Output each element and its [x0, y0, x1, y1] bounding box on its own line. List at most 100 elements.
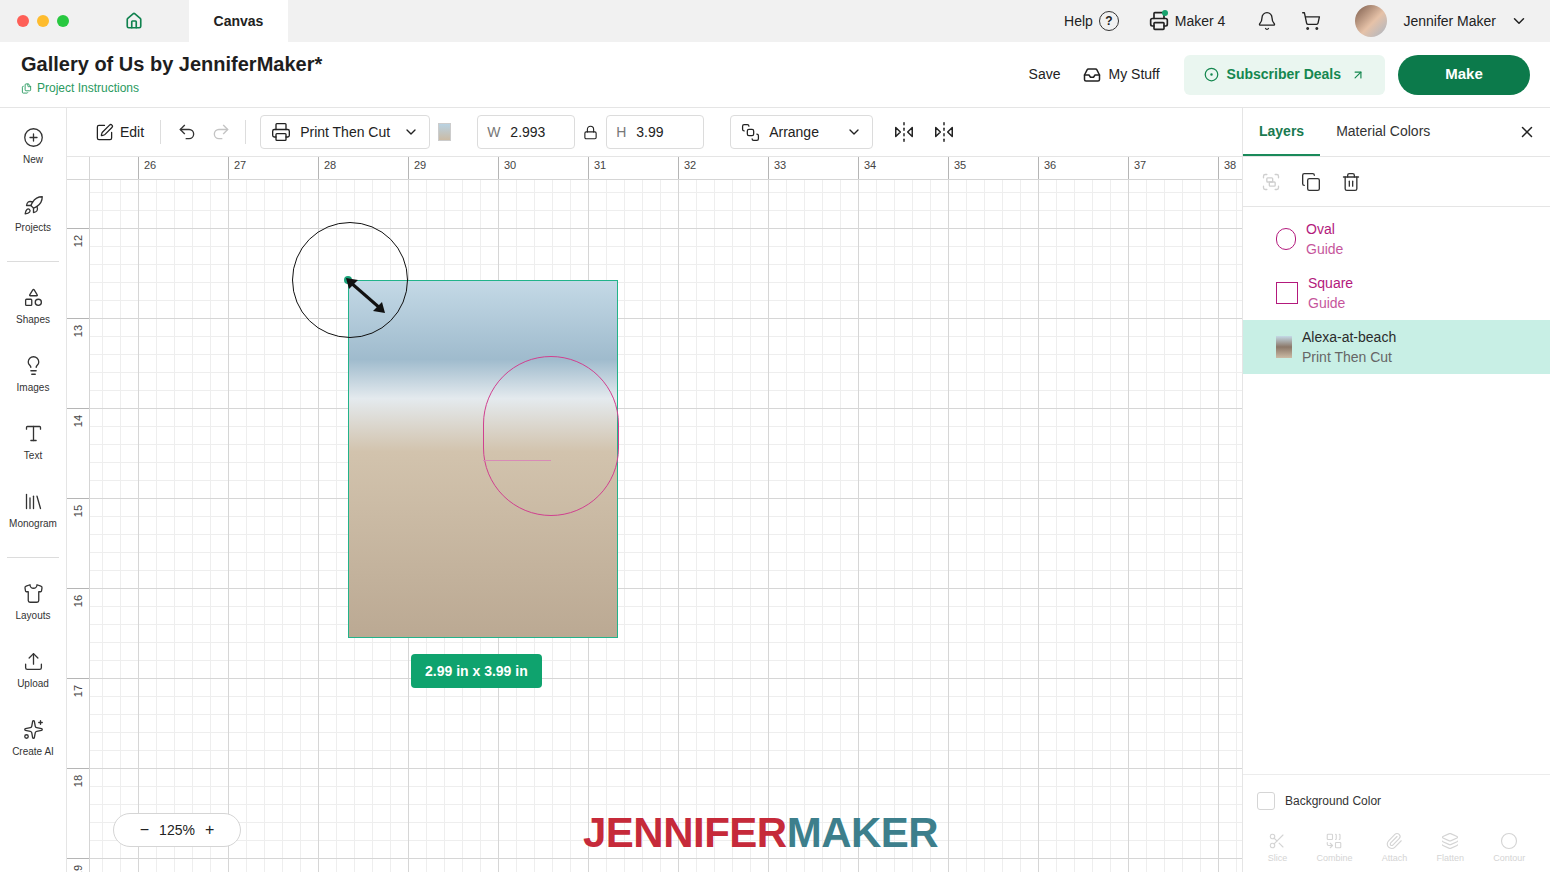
- my-stuff-button[interactable]: My Stuff: [1083, 64, 1160, 85]
- layer-row[interactable]: SquareGuide: [1243, 266, 1550, 320]
- redo-icon[interactable]: [211, 122, 231, 142]
- arrange-icon: [741, 123, 760, 142]
- ruler-mark: 14: [67, 408, 89, 498]
- main-area: EditPrint Then CutW2.993H3.99Arrange2627…: [67, 108, 1242, 872]
- window-controls: [0, 15, 69, 27]
- images-icon: [23, 355, 44, 376]
- sidebar-item[interactable]: New: [0, 113, 66, 181]
- ruler-mark: 27: [228, 157, 318, 179]
- delete-icon[interactable]: [1341, 172, 1361, 192]
- title-bar: Canvas Help? Maker 4 Jennifer Maker: [0, 0, 1550, 42]
- home-icon[interactable]: [125, 12, 143, 30]
- lock-icon[interactable]: [583, 125, 598, 140]
- sidebar-item[interactable]: Images: [0, 341, 66, 409]
- background-color-checkbox[interactable]: [1257, 792, 1275, 810]
- chevron-down-icon[interactable]: [1510, 12, 1528, 30]
- sidebar-group: ShapesImagesTextMonogram: [0, 249, 66, 545]
- chevron-down-icon: [846, 124, 862, 140]
- undo-icon[interactable]: [177, 122, 197, 142]
- inbox-icon: [1083, 66, 1101, 84]
- ruler-mark: 16: [67, 588, 89, 678]
- layer-tool[interactable]: Flatten: [1436, 832, 1464, 866]
- help-icon: ?: [1099, 11, 1119, 31]
- combine-icon: [1325, 832, 1343, 850]
- sidebar-item[interactable]: Layouts: [0, 569, 66, 637]
- minimize-button[interactable]: [37, 15, 49, 27]
- app-tab[interactable]: Canvas: [189, 0, 288, 42]
- flip-horizontal-icon[interactable]: [893, 121, 915, 143]
- cart-icon[interactable]: [1301, 11, 1321, 31]
- project-header: Gallery of Us by JenniferMaker* Project I…: [0, 42, 1550, 108]
- toolbar-divider: [245, 120, 246, 144]
- layer-row[interactable]: Alexa-at-beachPrint Then Cut: [1243, 320, 1550, 374]
- width-field[interactable]: W2.993: [477, 115, 575, 149]
- project-title: Gallery of Us by JenniferMaker*: [21, 52, 322, 76]
- size-badge: 2.99 in x 3.99 in: [411, 654, 542, 688]
- zoom-out-button[interactable]: −: [140, 818, 149, 842]
- operation-dropdown[interactable]: Print Then Cut: [260, 115, 430, 149]
- group-icon[interactable]: [1261, 172, 1281, 192]
- ruler-mark: 37: [1128, 157, 1218, 179]
- edit-button[interactable]: Edit: [95, 122, 144, 143]
- layer-row[interactable]: OvalGuide: [1243, 212, 1550, 266]
- zoom-button[interactable]: [57, 15, 69, 27]
- ruler-mark: 15: [67, 498, 89, 588]
- layer-tool[interactable]: Combine: [1316, 832, 1352, 866]
- sidebar-item[interactable]: Monogram: [0, 477, 66, 545]
- flip-vertical-icon[interactable]: [933, 121, 955, 143]
- flatten-icon: [1441, 832, 1459, 850]
- sidebar-item[interactable]: Upload: [0, 637, 66, 705]
- duplicate-icon[interactable]: [1301, 172, 1321, 192]
- watermark-word: JENNIFER: [583, 809, 787, 857]
- close-icon[interactable]: [1518, 123, 1536, 141]
- oval-guide[interactable]: [483, 356, 619, 516]
- user-name[interactable]: Jennifer Maker: [1403, 11, 1496, 32]
- help-button[interactable]: Help?: [1064, 11, 1119, 32]
- sidebar-item[interactable]: Create AI: [0, 705, 66, 773]
- ruler-mark: 19: [67, 858, 89, 872]
- project-instructions-link[interactable]: Project Instructions: [21, 79, 322, 97]
- sidebar-item[interactable]: Shapes: [0, 273, 66, 341]
- save-button[interactable]: Save: [1029, 64, 1061, 85]
- background-color-row: Background Color: [1243, 774, 1550, 826]
- subscriber-deals-button[interactable]: Subscriber Deals: [1184, 55, 1385, 95]
- machine-button[interactable]: Maker 4: [1149, 11, 1226, 32]
- panel-tab[interactable]: Layers: [1243, 108, 1320, 156]
- text-icon: [23, 423, 44, 444]
- projects-icon: [23, 195, 44, 216]
- monogram-icon: [23, 491, 44, 512]
- square-icon: [1276, 282, 1298, 304]
- ruler-mark: 34: [858, 157, 948, 179]
- close-button[interactable]: [17, 15, 29, 27]
- sidebar-item[interactable]: Text: [0, 409, 66, 477]
- layer-tool[interactable]: Contour: [1493, 832, 1525, 866]
- ruler-mark: 18: [67, 768, 89, 858]
- layer-list: OvalGuideSquareGuideAlexa-at-beachPrint …: [1243, 207, 1550, 374]
- subscriber-icon: [1204, 67, 1219, 82]
- sidebar-item[interactable]: Projects: [0, 181, 66, 249]
- sidebar-group: NewProjects: [0, 113, 66, 249]
- square-guide[interactable]: [483, 460, 551, 461]
- height-field[interactable]: H3.99: [606, 115, 704, 149]
- sidebar-divider: [7, 557, 59, 558]
- bell-icon[interactable]: [1257, 11, 1277, 31]
- oval-icon: [1276, 228, 1296, 250]
- sidebar-group: LayoutsUploadCreate AI: [0, 545, 66, 773]
- avatar[interactable]: [1355, 5, 1387, 37]
- ruler-mark: 31: [588, 157, 678, 179]
- make-button[interactable]: Make: [1398, 55, 1530, 95]
- zoom-level: 125%: [159, 820, 195, 841]
- top-actions: Help? Maker 4 Jennifer Maker: [1064, 5, 1550, 37]
- printer-icon: [271, 122, 291, 142]
- vertical-ruler: 1213141516171819: [67, 180, 90, 872]
- layer-tool[interactable]: Attach: [1382, 832, 1408, 866]
- toolbar-divider: [160, 120, 161, 144]
- panel-tab[interactable]: Material Colors: [1320, 108, 1446, 156]
- design-grid[interactable]: 2.99 in x 3.99 in: [90, 180, 1242, 872]
- layers-panel: LayersMaterial Colors OvalGuideSquareGuid…: [1242, 108, 1550, 872]
- zoom-in-button[interactable]: +: [205, 818, 214, 842]
- arrange-dropdown[interactable]: Arrange: [730, 115, 873, 149]
- slice-icon: [1268, 832, 1286, 850]
- layer-tool[interactable]: Slice: [1268, 832, 1288, 866]
- upload-icon: [23, 651, 44, 672]
